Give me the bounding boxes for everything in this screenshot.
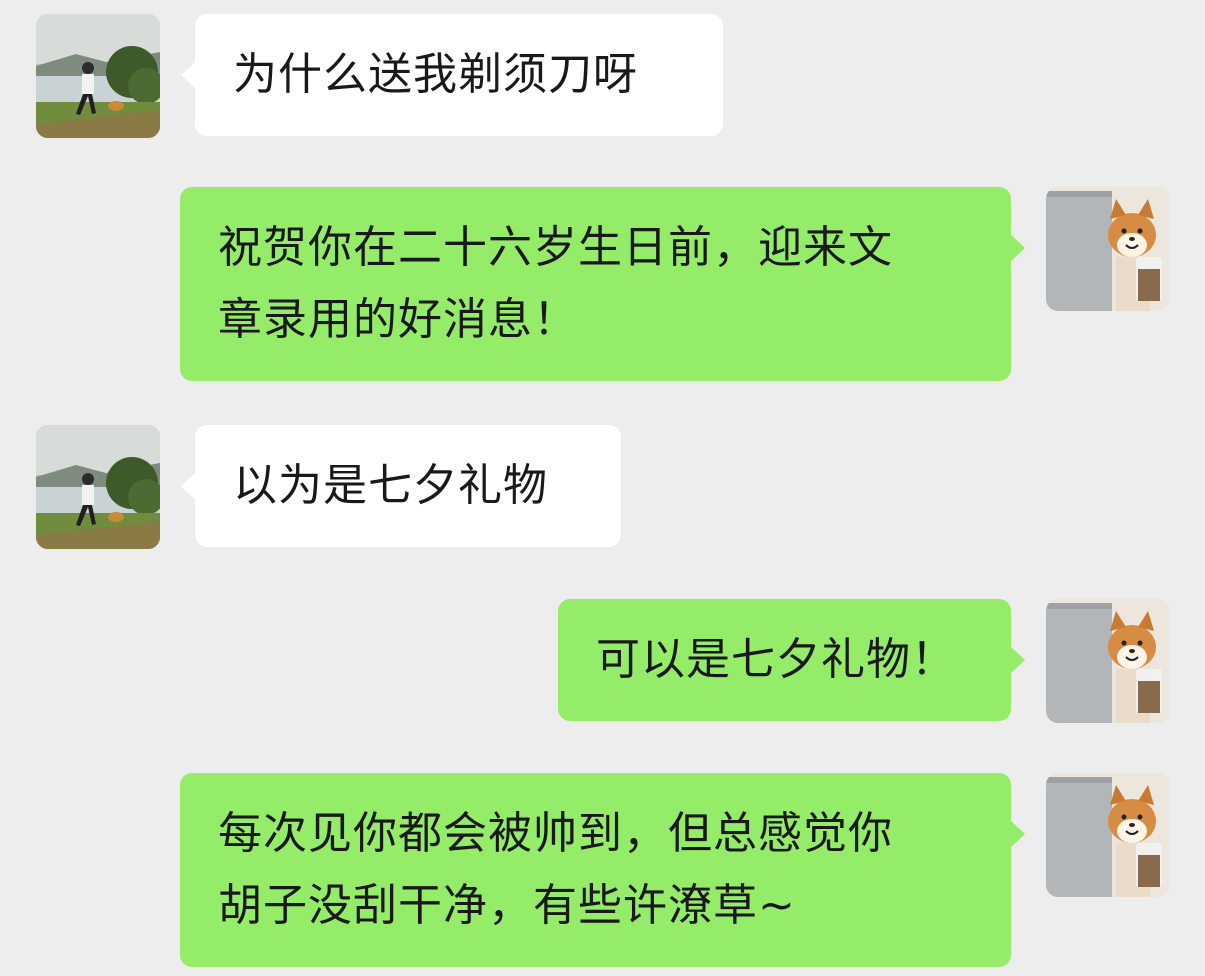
message-bubble-outgoing[interactable]: 祝贺你在二十六岁生日前，迎来文 章录用的好消息！ [180,187,1025,381]
my-avatar[interactable] [1046,187,1170,311]
my-avatar[interactable] [1046,773,1170,897]
shiba-dog-avatar-icon [1046,599,1170,723]
message-text: 为什么送我剃须刀呀 [233,49,638,100]
man-with-dog-avatar-icon [36,14,160,138]
shiba-dog-avatar-icon [1046,187,1170,311]
contact-avatar[interactable] [36,14,160,138]
shiba-dog-avatar-icon [1046,773,1170,897]
message-text-line: 胡子没刮干净，有些许潦草~ [218,880,796,931]
message-text-line: 祝贺你在二十六岁生日前，迎来文 [218,222,893,273]
message-text-line: 每次见你都会被帅到，但总感觉你 [218,808,893,859]
message-bubble-incoming[interactable]: 以为是七夕礼物 [181,425,621,547]
message-bubble-outgoing[interactable]: 每次见你都会被帅到，但总感觉你 胡子没刮干净，有些许潦草~ [180,773,1025,967]
contact-avatar[interactable] [36,425,160,549]
message-text: 以为是七夕礼物 [233,460,548,511]
message-text: 可以是七夕礼物！ [596,634,956,685]
message-bubble-outgoing[interactable]: 可以是七夕礼物！ [558,599,1025,721]
man-with-dog-avatar-icon [36,425,160,549]
my-avatar[interactable] [1046,599,1170,723]
message-bubble-incoming[interactable]: 为什么送我剃须刀呀 [181,14,723,136]
message-text-line: 章录用的好消息！ [218,294,578,345]
